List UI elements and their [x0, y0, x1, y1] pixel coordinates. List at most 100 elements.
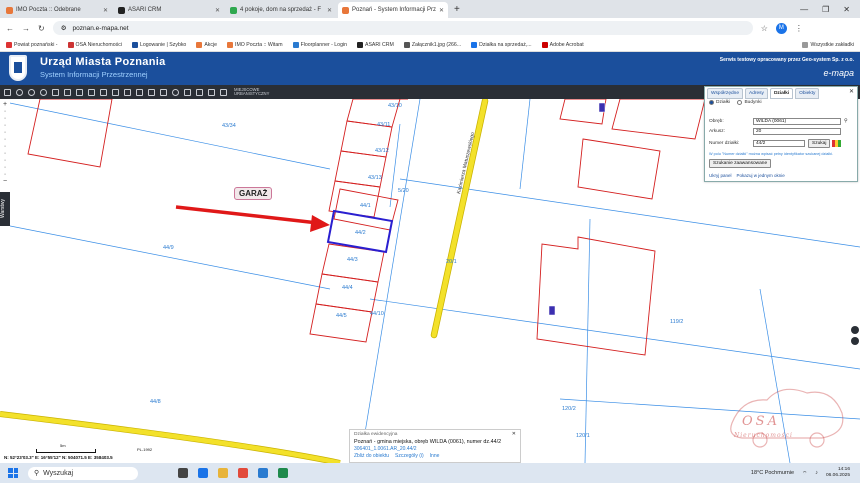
bookmark-item[interactable]: Powiat poznański -	[6, 41, 58, 48]
share-icon[interactable]	[208, 88, 215, 96]
layers-icon[interactable]	[4, 88, 11, 96]
red-arrow-annotation	[175, 205, 330, 232]
zoom-to-object-link[interactable]: Zbliż do obiektu	[354, 453, 389, 459]
export-icon[interactable]	[124, 88, 131, 96]
measure-icon[interactable]	[76, 88, 83, 96]
task-view-icon[interactable]	[178, 468, 188, 478]
zoom-box-icon[interactable]	[52, 88, 59, 96]
close-icon[interactable]: ✕	[327, 7, 332, 14]
browser-tab[interactable]: 4 pokoje, dom na sprzedaż - F ✕	[226, 2, 336, 18]
browser-tab-bar: IMO Poczta :: Odebrane ✕ ASARI CRM ✕ 4 pok…	[0, 0, 860, 18]
crs-label[interactable]: PL-1992	[137, 447, 152, 452]
bookmark-item[interactable]: Logowanie | Szybko	[131, 41, 186, 48]
plan-layer-label[interactable]: MIEJSCOWE URBANISTYCZNY	[234, 87, 269, 97]
close-icon[interactable]: ✕	[215, 7, 220, 14]
minimize-icon[interactable]: —	[800, 5, 808, 14]
site-info-icon[interactable]: ⚙	[61, 24, 67, 32]
maximize-icon[interactable]: ❐	[822, 5, 829, 14]
tab-objects[interactable]: Obiekty	[795, 88, 820, 99]
advanced-search-button[interactable]: Szukanie zaawansowane	[709, 159, 772, 168]
bookmark-item[interactable]: Adobe Acrobat	[541, 41, 584, 48]
obreb-select[interactable]: WILDA (0061)	[753, 118, 841, 125]
forward-icon[interactable]: →	[22, 24, 30, 33]
parcel-label: 119/2	[670, 319, 683, 325]
chrome-icon[interactable]	[238, 468, 248, 478]
full-extent-icon[interactable]	[40, 88, 47, 96]
close-icon[interactable]: ✕	[103, 7, 108, 14]
all-bookmarks-folder[interactable]: Wszystkie zakładki	[802, 41, 860, 48]
bookmark-item[interactable]: Działka na sprzedaż,...	[471, 41, 532, 48]
url-field[interactable]: ⚙ poznan.e-mapa.net	[52, 21, 753, 35]
color-legend-icon[interactable]	[832, 140, 842, 147]
close-window-icon[interactable]: ✕	[843, 5, 850, 14]
zoom-slider[interactable]: + · · · · · · · · · · −	[1, 101, 9, 185]
search-icon[interactable]: ⚲	[844, 119, 848, 124]
close-icon[interactable]: ✕	[512, 431, 516, 437]
hint-text: W polu "Numer działki" można wpisać pełn…	[709, 152, 834, 156]
bookmark-item[interactable]: Akcje	[196, 41, 217, 48]
bookmark-star-icon[interactable]: ☆	[761, 24, 768, 33]
close-icon[interactable]: ✕	[849, 88, 854, 95]
help-round-icon[interactable]	[851, 337, 859, 345]
bookmark-item[interactable]: Floorplanner - Login	[292, 41, 347, 48]
weather-widget[interactable]: 18°C Pochmurnie	[751, 470, 794, 476]
avatar[interactable]: M	[775, 22, 787, 34]
info-main-line: Poznań - gmina miejska, obręb WILDA (006…	[354, 439, 502, 445]
arkusz-field[interactable]: 20	[753, 128, 841, 135]
single-window-link[interactable]: Pokazuj w jednym oknie	[737, 173, 785, 178]
browser-tab[interactable]: ASARI CRM ✕	[114, 2, 224, 18]
link-icon[interactable]	[148, 88, 155, 96]
hide-panel-link[interactable]: Ukryj panel	[709, 173, 732, 178]
reload-icon[interactable]: ↻	[38, 24, 45, 33]
new-tab-button[interactable]: +	[454, 2, 460, 18]
radio-parcels[interactable]: Działki	[709, 100, 730, 105]
close-icon[interactable]: ✕	[439, 7, 444, 14]
details-link[interactable]: Szczegóły (i)	[395, 453, 424, 459]
clock[interactable]: 14:16 06.06.2025	[826, 467, 850, 479]
layers-panel-toggle[interactable]: Warstwy	[0, 192, 10, 226]
settings-round-icon[interactable]	[851, 326, 859, 334]
location-icon[interactable]	[172, 88, 179, 96]
bookmark-item[interactable]: ASARI CRM	[357, 41, 394, 48]
zoom-in-icon[interactable]	[16, 88, 23, 96]
radio-buildings[interactable]: Budynki	[737, 100, 762, 105]
bookmark-item[interactable]: IMO Poczta :: Witam	[227, 41, 283, 48]
tab-coordinates[interactable]: Współrzędne	[707, 88, 743, 99]
settings-icon[interactable]	[184, 88, 191, 96]
parcel-number-field[interactable]: 44/2	[753, 140, 805, 147]
browser-tab-active[interactable]: Poznań - System Informacji Prz ✕	[338, 2, 448, 18]
tab-addresses[interactable]: Adresy	[745, 88, 768, 99]
home-icon[interactable]	[160, 88, 167, 96]
taskbar-search[interactable]: ⚲ Wyszukaj	[28, 466, 138, 480]
map-nav-strip: + · · · · · · · · · · − Warstwy	[0, 99, 10, 229]
back-icon[interactable]: ←	[6, 24, 14, 33]
bookmark-item[interactable]: OSA Nieruchomości	[67, 41, 122, 48]
tab-parcels[interactable]: Działki	[769, 88, 794, 99]
pan-icon[interactable]	[88, 88, 95, 96]
zoom-out-icon[interactable]	[28, 88, 35, 96]
bookmark-item[interactable]: Załącznik1.jpg (266...	[403, 41, 461, 48]
bookmark-icon	[67, 41, 74, 48]
search-button[interactable]: Szukaj	[808, 139, 831, 148]
layer-switch-icon[interactable]	[220, 88, 227, 96]
identify-icon[interactable]	[100, 88, 107, 96]
print-icon[interactable]	[112, 88, 119, 96]
parcel-label: 44/8	[150, 399, 161, 405]
excel-icon[interactable]	[278, 468, 288, 478]
network-icon[interactable]: ⌔	[802, 470, 807, 477]
volume-icon[interactable]: ♪	[815, 470, 818, 476]
menu-icon[interactable]: ⋮	[795, 24, 803, 33]
pointer-icon[interactable]	[64, 88, 71, 96]
address-bar-row: ← → ↻ ⚙ poznan.e-mapa.net ☆ M ⋮	[0, 18, 860, 38]
edge-icon[interactable]	[198, 468, 208, 478]
folder-icon	[802, 41, 809, 48]
info-icon[interactable]	[196, 88, 203, 96]
mode-radio-group: Działki Budynki	[709, 100, 853, 107]
file-explorer-icon[interactable]	[218, 468, 228, 478]
browser-tab[interactable]: IMO Poczta :: Odebrane ✕	[2, 2, 112, 18]
other-link[interactable]: Inne	[430, 453, 440, 459]
word-icon[interactable]	[258, 468, 268, 478]
draw-icon[interactable]	[136, 88, 143, 96]
bookmark-icon	[131, 41, 138, 48]
windows-start-icon[interactable]	[8, 468, 18, 478]
